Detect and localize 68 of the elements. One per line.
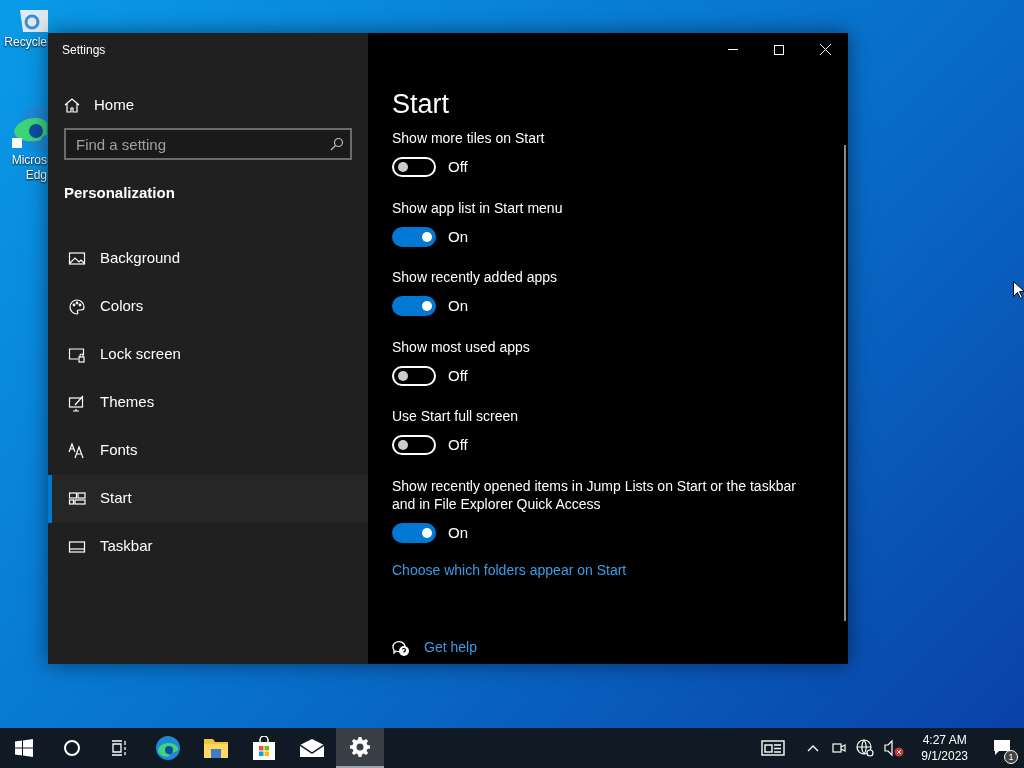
notification-badge: 1 bbox=[1004, 750, 1018, 764]
edge-icon bbox=[155, 735, 181, 761]
fonts-icon bbox=[68, 441, 86, 460]
sidebar-item[interactable]: Fonts bbox=[48, 426, 368, 475]
sidebar-item[interactable]: Lock screen bbox=[48, 330, 368, 379]
circle-icon bbox=[63, 739, 81, 757]
home-link[interactable]: Home bbox=[64, 90, 368, 120]
windows-logo-icon bbox=[15, 739, 33, 757]
camera-icon[interactable] bbox=[832, 740, 847, 756]
shopping-bag-icon bbox=[253, 736, 275, 760]
section-heading: Personalization bbox=[64, 183, 176, 203]
window-title: Settings bbox=[62, 41, 106, 59]
setting-label: Show app list in Start menu bbox=[392, 198, 564, 217]
close-icon bbox=[819, 44, 831, 55]
desktop-icon-label: Recycle bbox=[4, 35, 47, 50]
chat-help-icon bbox=[392, 638, 410, 657]
sidebar-item[interactable]: Start bbox=[48, 474, 368, 523]
toggle-switch[interactable] bbox=[392, 435, 436, 456]
speaker-muted-icon[interactable] bbox=[884, 739, 905, 757]
gear-icon bbox=[350, 737, 370, 757]
toggle-state: Off bbox=[448, 365, 468, 386]
toggle-state: On bbox=[448, 522, 468, 543]
setting-label: Use Start full screen bbox=[392, 407, 520, 425]
recycle-bin-icon[interactable] bbox=[18, 8, 48, 32]
task-view-icon bbox=[111, 739, 129, 757]
setting-label: Show recently opened items in Jump Lists on Start or the taskbar and in File Explorer Quick Access bbox=[392, 476, 797, 513]
toggle-switch[interactable] bbox=[392, 522, 436, 543]
setting-label: Show most used apps bbox=[392, 337, 531, 356]
toggle-switch[interactable] bbox=[392, 365, 436, 386]
news-icon[interactable] bbox=[761, 740, 786, 756]
toggle-state: Off bbox=[448, 157, 468, 177]
setting-label: Show more tiles on Start bbox=[392, 129, 546, 147]
desktop-icon-label: Micros bbox=[11, 153, 47, 168]
toggle-switch[interactable] bbox=[392, 157, 436, 178]
folder-icon bbox=[204, 737, 228, 759]
folders-link[interactable]: Choose which folders appear on Start bbox=[392, 560, 627, 581]
envelope-icon bbox=[300, 739, 324, 757]
sidebar-item[interactable]: Themes bbox=[48, 378, 368, 427]
search-field[interactable]: Find a setting bbox=[64, 128, 352, 160]
setting-label: Show recently added apps bbox=[392, 268, 558, 286]
toggle-state: Off bbox=[448, 435, 468, 455]
toggle-state: On bbox=[448, 226, 468, 247]
sidebar-item[interactable]: Background bbox=[48, 234, 368, 283]
palette-icon bbox=[68, 297, 86, 316]
home-icon bbox=[64, 97, 80, 113]
toggle-state: On bbox=[448, 296, 468, 316]
minimize-icon bbox=[728, 49, 738, 50]
toggle-switch[interactable] bbox=[392, 296, 436, 317]
clock[interactable]: 4:27 AM 9/1/2023 bbox=[921, 732, 968, 764]
mouse-cursor-icon bbox=[1013, 281, 1024, 299]
page-heading: Start bbox=[392, 88, 451, 121]
maximize-icon bbox=[774, 44, 784, 55]
sidebar-item[interactable]: Colors bbox=[48, 282, 368, 331]
image-icon bbox=[68, 249, 86, 268]
search-icon bbox=[330, 137, 344, 151]
desktop-icon-label: Edg bbox=[25, 168, 47, 183]
notification-button[interactable]: 1 bbox=[980, 728, 1024, 768]
edge-icon[interactable] bbox=[12, 104, 47, 150]
chevron-up-icon[interactable] bbox=[807, 744, 820, 752]
get-help-link[interactable]: Get help bbox=[392, 637, 477, 658]
lock-screen-icon bbox=[68, 345, 86, 364]
globe-icon[interactable] bbox=[856, 739, 875, 757]
taskbar-app[interactable] bbox=[336, 728, 384, 768]
toggle-switch[interactable] bbox=[392, 226, 436, 247]
brush-icon bbox=[68, 393, 86, 412]
tiles-icon bbox=[68, 489, 86, 508]
sidebar-item[interactable]: Taskbar bbox=[48, 522, 368, 571]
message-icon bbox=[993, 739, 1011, 757]
